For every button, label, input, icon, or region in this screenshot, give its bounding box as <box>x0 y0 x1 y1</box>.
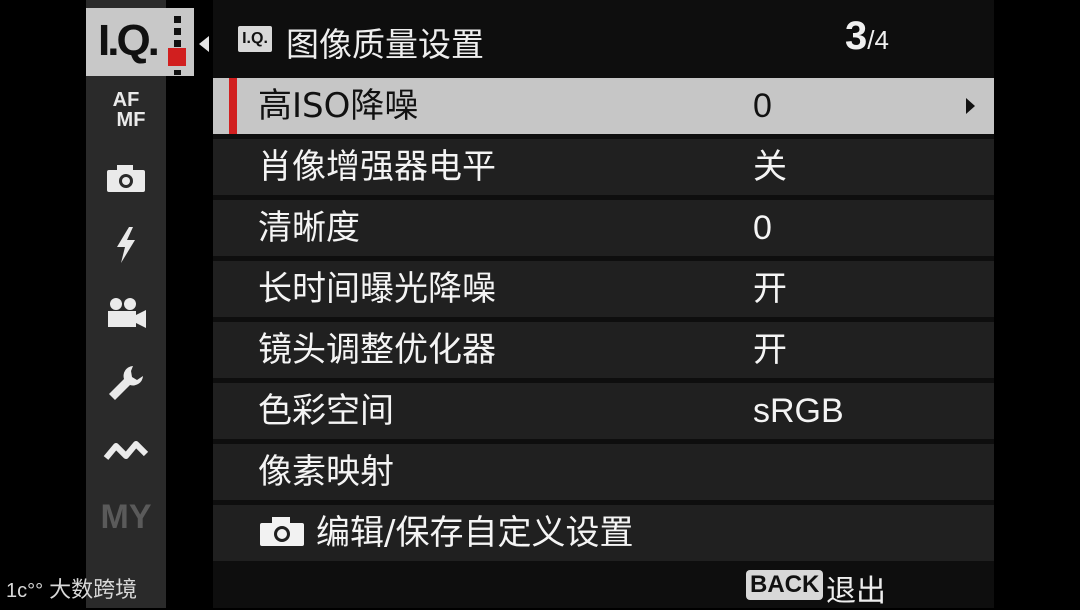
tab-connection[interactable] <box>86 436 166 470</box>
back-button-key[interactable]: BACK <box>746 570 824 600</box>
watermark-logo: 1c°° <box>6 580 44 602</box>
tab-image-quality[interactable]: I.Q. <box>86 8 194 76</box>
tab-flash[interactable] <box>86 226 166 268</box>
menu-item-label: 像素映射 <box>258 452 394 492</box>
tab-setup[interactable] <box>86 362 166 408</box>
menu-item-label: 色彩空间 <box>258 391 394 431</box>
menu-item-value: 0 <box>753 87 772 125</box>
tab-pointer-icon <box>199 36 209 52</box>
menu-item-label-wrap: 编辑/保存自定义设置 <box>258 512 633 554</box>
menu-item-label: 镜头调整优化器 <box>258 330 496 370</box>
tab-my-menu[interactable]: MY <box>86 498 166 537</box>
page-indicator-dot <box>174 16 181 23</box>
iq-tab-label: I.Q. <box>98 16 160 65</box>
current-page-indicator <box>168 48 186 66</box>
tab-af-mf[interactable]: AF MF <box>86 90 166 130</box>
menu-item-label: 清晰度 <box>258 208 360 248</box>
menu-item-label: 高ISO降噪 <box>258 86 419 126</box>
menu-item-color-space[interactable]: 色彩空间 sRGB <box>213 383 994 439</box>
connection-icon <box>103 441 149 460</box>
watermark-text: 大数跨境 <box>49 578 138 603</box>
menu-item-label: 编辑/保存自定义设置 <box>316 513 634 553</box>
movie-icon <box>108 298 146 328</box>
menu-item-high-iso-nr[interactable]: 高ISO降噪 0 <box>213 78 994 134</box>
menu-item-value: 开 <box>753 331 787 369</box>
menu-item-long-exposure-nr[interactable]: 长时间曝光降噪 开 <box>213 261 994 317</box>
page-total: /4 <box>867 25 889 55</box>
page-title: 图像质量设置 <box>286 25 484 64</box>
menu-item-value: 0 <box>753 209 772 247</box>
my-menu-label: MY <box>100 498 152 536</box>
menu-item-value: 关 <box>753 148 787 186</box>
watermark: 1c°° 大数跨境 <box>6 572 137 604</box>
image-quality-header-icon: I.Q. <box>238 26 272 52</box>
menu-item-value: sRGB <box>753 392 844 430</box>
camera-icon <box>107 165 145 192</box>
camera-icon <box>260 516 304 546</box>
menu-item-portrait-enhancer[interactable]: 肖像增强器电平 关 <box>213 139 994 195</box>
mf-label: MF <box>116 109 146 131</box>
page-current: 3 <box>845 14 868 58</box>
flash-icon <box>117 227 135 263</box>
page-indicator-dot <box>174 28 181 35</box>
menu-item-clarity[interactable]: 清晰度 0 <box>213 200 994 256</box>
page-indicator-dot <box>174 40 181 47</box>
menu-item-lens-modulation-optimizer[interactable]: 镜头调整优化器 开 <box>213 322 994 378</box>
tab-shooting[interactable] <box>86 164 166 198</box>
menu-item-label: 肖像增强器电平 <box>258 147 496 187</box>
tab-movie[interactable] <box>86 296 166 334</box>
menu-item-edit-save-custom[interactable]: 编辑/保存自定义设置 <box>213 505 994 561</box>
page-counter: 3/4 <box>845 14 889 59</box>
menu-item-pixel-mapping[interactable]: 像素映射 <box>213 444 994 500</box>
page-indicator-dot <box>174 70 181 75</box>
back-button-label: 退出 <box>826 574 886 609</box>
wrench-icon <box>109 366 143 400</box>
af-label: AF <box>112 89 140 111</box>
selection-marker <box>229 78 237 134</box>
chevron-right-icon <box>966 98 975 114</box>
menu-item-label: 长时间曝光降噪 <box>258 269 496 309</box>
menu-item-value: 开 <box>753 270 787 308</box>
